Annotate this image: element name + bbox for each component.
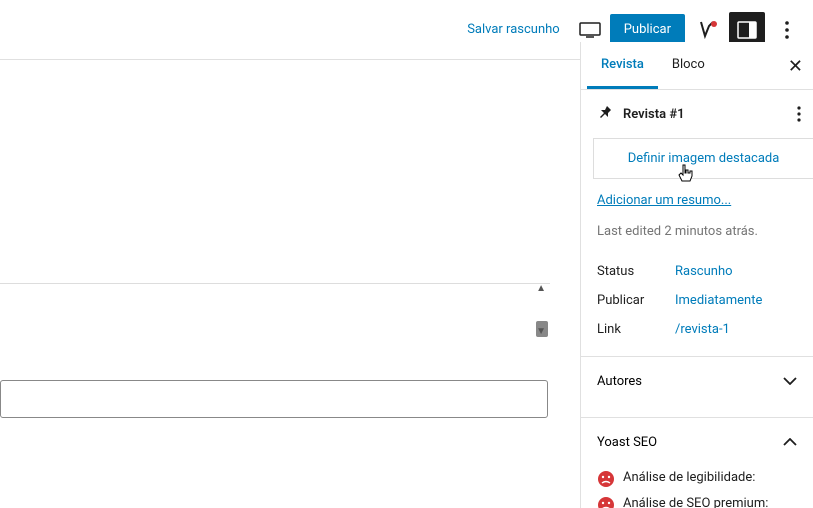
yoast-seo-text: Análise de SEO premium: Precisa melhorar: [623, 496, 797, 508]
save-draft-link[interactable]: Salvar rascunho: [457, 16, 570, 43]
yoast-panel: Yoast SEO Análise de legibilidade: Análi…: [581, 417, 813, 508]
tab-block[interactable]: Bloco: [658, 43, 719, 89]
move-down-icon[interactable]: ▼: [536, 326, 546, 337]
authors-panel-toggle[interactable]: Autores: [581, 357, 813, 405]
post-actions-icon[interactable]: [797, 106, 801, 126]
yoast-readability-row[interactable]: Análise de legibilidade:: [597, 466, 797, 492]
publish-row: Publicar Imediatamente: [581, 286, 813, 315]
pin-icon: [597, 104, 613, 124]
preview-icon[interactable]: [578, 20, 602, 40]
sad-face-icon: [597, 470, 615, 488]
publish-button[interactable]: Publicar: [610, 14, 685, 45]
link-label: Link: [597, 322, 675, 337]
chevron-up-icon: [783, 434, 797, 450]
move-up-icon[interactable]: ▲: [536, 283, 546, 294]
last-edited-text: Last edited 2 minutos atrás.: [581, 224, 813, 257]
chevron-down-icon: [783, 373, 797, 389]
set-featured-image-button[interactable]: Definir imagem destacada: [593, 138, 813, 179]
yoast-panel-toggle[interactable]: Yoast SEO: [581, 418, 813, 466]
status-label: Status: [597, 264, 675, 279]
yoast-seo-row[interactable]: Análise de SEO premium: Precisa melhorar: [597, 492, 797, 508]
post-title: Revista #1: [623, 107, 685, 122]
sidebar-tabs: Revista Bloco ✕: [581, 42, 813, 90]
status-value[interactable]: Rascunho: [675, 264, 733, 279]
link-value[interactable]: /revista-1: [675, 322, 730, 337]
yoast-label: Yoast SEO: [597, 435, 657, 450]
yoast-readability-text: Análise de legibilidade:: [623, 470, 755, 485]
publish-value[interactable]: Imediatamente: [675, 293, 762, 308]
yoast-panel-body: Análise de legibilidade: Análise de SEO …: [581, 466, 813, 508]
tab-post[interactable]: Revista: [587, 43, 658, 89]
authors-panel: Autores: [581, 356, 813, 405]
add-excerpt-link[interactable]: Adicionar um resumo...: [581, 193, 813, 208]
block-mover-region: ▲ ▼: [0, 275, 550, 345]
publish-label: Publicar: [597, 293, 675, 308]
yoast-icon[interactable]: [693, 16, 721, 44]
block-input[interactable]: [0, 380, 548, 418]
link-row: Link /revista-1: [581, 315, 813, 344]
close-sidebar-icon[interactable]: ✕: [788, 56, 803, 77]
editor-canvas: ▲ ▼: [0, 60, 580, 508]
settings-sidebar: Revista Bloco ✕ Revista #1 Definir image…: [580, 42, 813, 508]
post-summary-header: Revista #1: [581, 90, 813, 136]
status-row: Status Rascunho: [581, 257, 813, 286]
sad-face-icon: [597, 496, 615, 508]
authors-label: Autores: [597, 374, 642, 389]
